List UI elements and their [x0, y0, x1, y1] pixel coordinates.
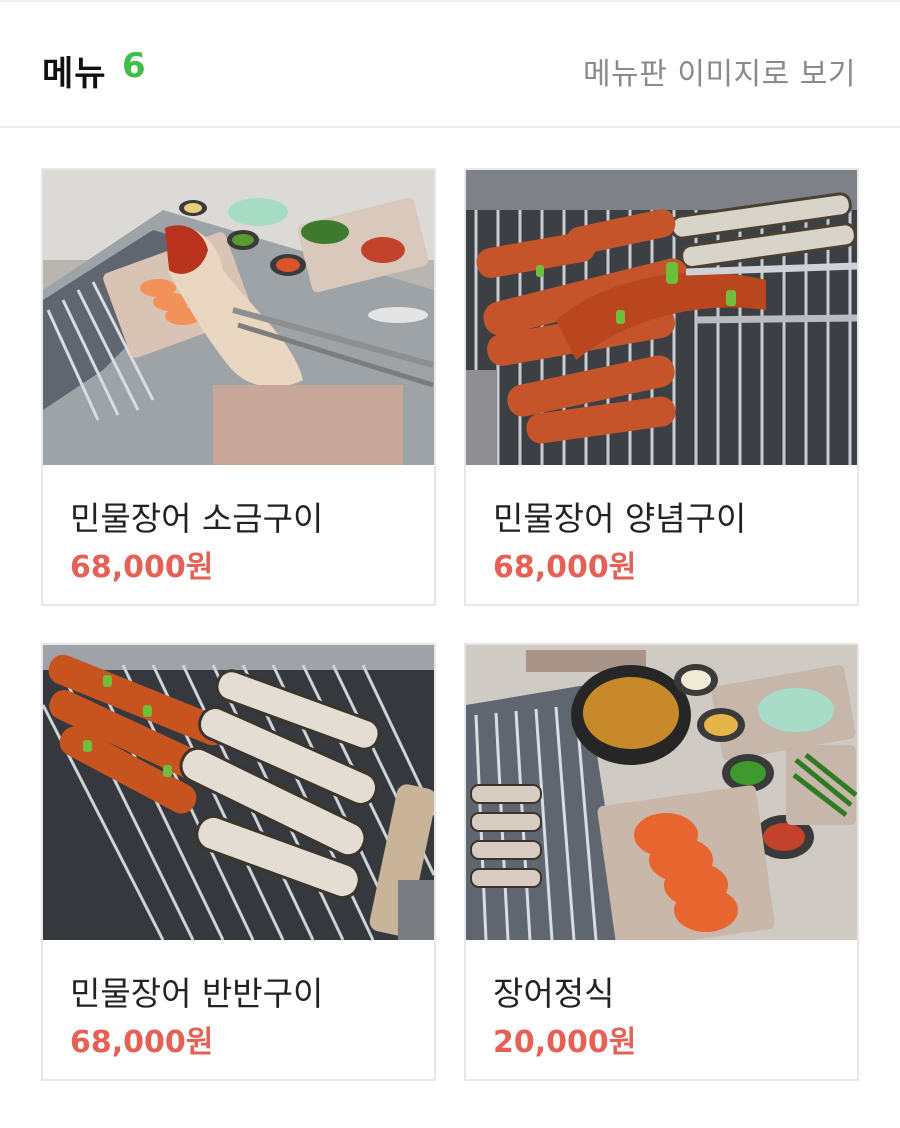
menu-item-name: 민물장어 반반구이 [70, 974, 324, 1013]
menu-count: 6 [122, 46, 146, 86]
menu-card-half-and-half-eel[interactable]: 민물장어 반반구이 68,000원 [41, 643, 436, 1081]
menu-section-title: 메뉴 [42, 54, 107, 94]
view-menu-image-link[interactable]: 메뉴판 이미지로 보기 [583, 49, 856, 93]
menu-photo-eel-set-meal[interactable] [466, 645, 857, 940]
menu-item-price: 68,000원 [70, 1025, 214, 1060]
menu-item-price: 20,000원 [493, 1025, 637, 1060]
menu-photo-half-and-half-eel[interactable] [43, 645, 434, 940]
menu-header: 메뉴 6 메뉴판 이미지로 보기 [0, 2, 900, 128]
header-divider [0, 126, 900, 128]
menu-card-salt-grilled-eel[interactable]: 민물장어 소금구이 68,000원 [41, 168, 436, 606]
menu-item-name: 민물장어 양념구이 [493, 499, 747, 538]
menu-item-name: 민물장어 소금구이 [70, 499, 324, 538]
menu-item-name: 장어정식 [493, 974, 615, 1013]
menu-photo-salt-grilled-eel[interactable] [43, 170, 434, 465]
menu-card-sauce-grilled-eel[interactable]: 민물장어 양념구이 68,000원 [464, 168, 859, 606]
menu-item-price: 68,000원 [70, 550, 214, 585]
menu-photo-sauce-grilled-eel[interactable] [466, 170, 857, 465]
menu-card-eel-set-meal[interactable]: 장어정식 20,000원 [464, 643, 859, 1081]
menu-item-price: 68,000원 [493, 550, 637, 585]
